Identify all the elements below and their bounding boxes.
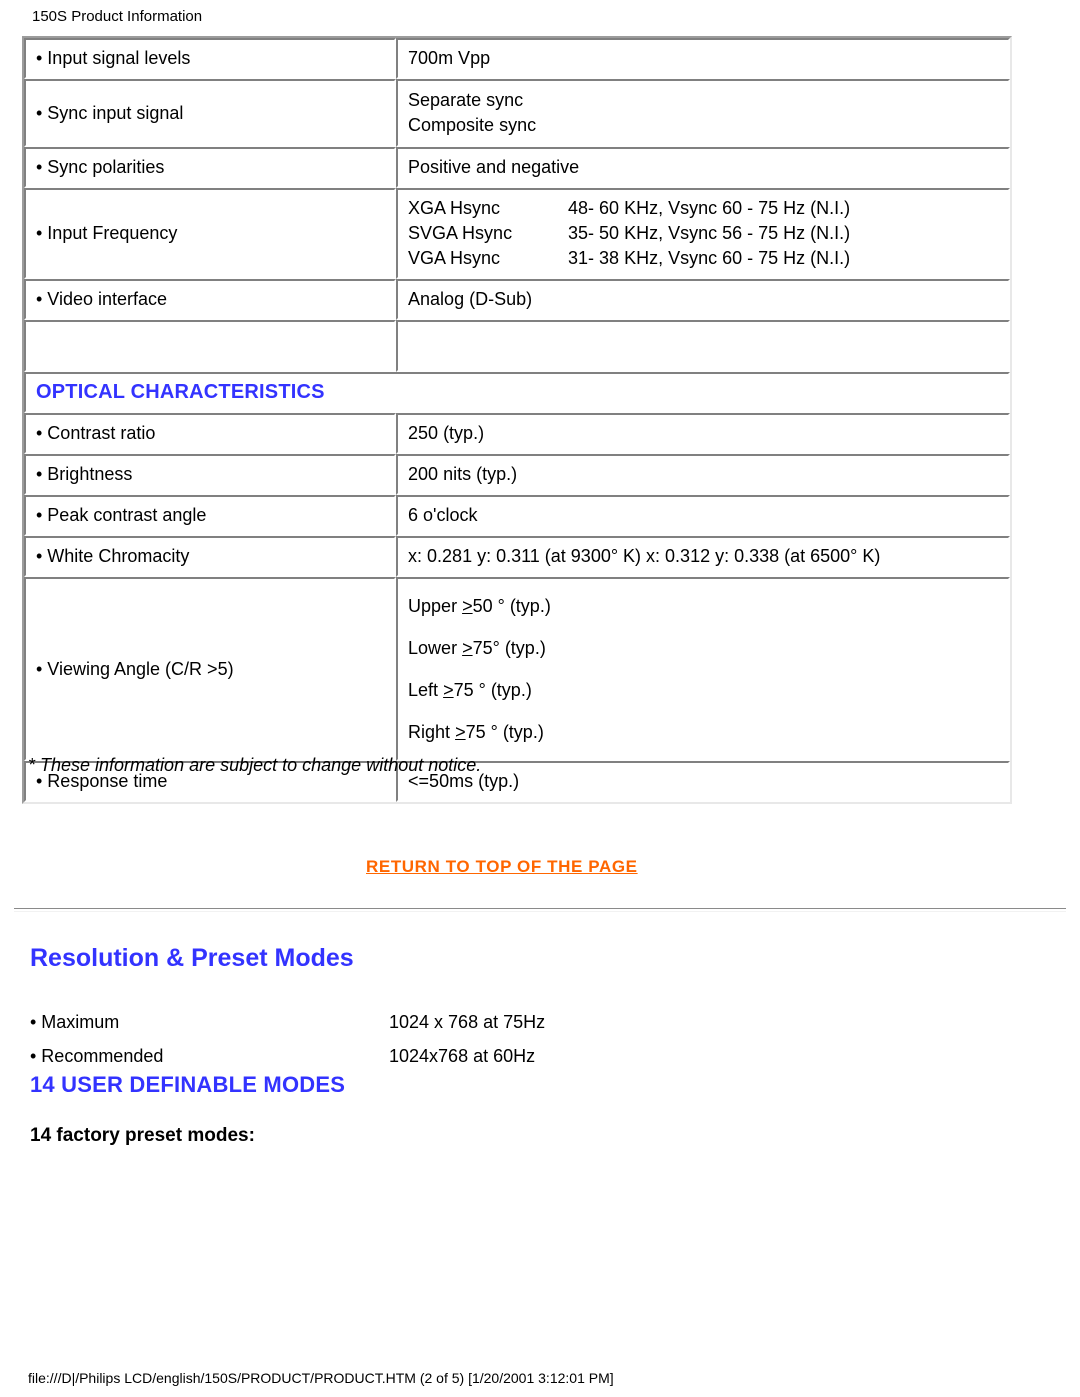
spec-label-cell: • Viewing Angle (C/R >5) xyxy=(24,577,397,761)
section-header-optical-characteristics: OPTICAL CHARACTERISTICS xyxy=(24,372,1010,413)
section-divider xyxy=(14,908,1066,912)
viewing-angle-value: 50 ° (typ.) xyxy=(472,596,551,616)
spec-value-cell: 200 nits (typ.) xyxy=(396,454,1010,495)
viewing-angle-direction: Right xyxy=(408,722,451,742)
frequency-mode-label: SVGA Hsync xyxy=(408,223,513,243)
list-item: • Maximum 1024 x 768 at 75Hz xyxy=(30,1005,730,1039)
table-spacer-row xyxy=(24,320,1010,372)
document-header-title: 150S Product Information xyxy=(32,8,203,25)
specifications-table: • Input signal levels 700m Vpp • Sync in… xyxy=(22,36,1012,804)
resolution-label: • Recommended xyxy=(30,1046,164,1066)
page-title-resolution-preset-modes: Resolution & Preset Modes xyxy=(30,944,354,972)
spec-label-cell: • Peak contrast angle xyxy=(24,495,397,536)
factory-preset-modes-heading: 14 factory preset modes: xyxy=(30,1125,255,1146)
table-row: • Peak contrast angle 6 o'clock xyxy=(24,495,1010,536)
frequency-line: VGA Hsync 31- 38 KHz, Vsync 60 - 75 Hz (N… xyxy=(408,246,1000,271)
viewing-angle-line: Upper >50 ° (typ.) xyxy=(408,585,1000,627)
frequency-mode-label: XGA Hsync xyxy=(408,198,501,218)
spec-label-cell: • Sync polarities xyxy=(24,147,397,188)
table-row: • Input Frequency XGA Hsync 48- 60 KHz, V… xyxy=(24,188,1010,279)
user-definable-modes-heading: 14 USER DEFINABLE MODES xyxy=(30,1072,346,1097)
spec-label-cell: • Input signal levels xyxy=(24,38,397,79)
viewing-angle-value: 75° (typ.) xyxy=(472,638,546,658)
document-footer-path: file:///D|/Philips LCD/english/150S/PROD… xyxy=(28,1370,614,1386)
specifications-table-body: • Input signal levels 700m Vpp • Sync in… xyxy=(24,38,1010,802)
frequency-line: XGA Hsync 48- 60 KHz, Vsync 60 - 75 Hz (N… xyxy=(408,196,1000,221)
table-row: • White Chromacity x: 0.281 y: 0.311 (at… xyxy=(24,536,1010,577)
viewing-angle-direction: Left xyxy=(408,680,439,700)
section-header-row: OPTICAL CHARACTERISTICS xyxy=(24,372,1010,413)
greater-equal-icon: > xyxy=(462,638,473,658)
list-item: • Recommended 1024x768 at 60Hz xyxy=(30,1039,730,1073)
frequency-line: SVGA Hsync 35- 50 KHz, Vsync 56 - 75 Hz (… xyxy=(408,221,1000,246)
return-to-top-link[interactable]: RETURN TO TOP OF THE PAGE xyxy=(366,857,638,877)
spec-value-cell: x: 0.281 y: 0.311 (at 9300° K) x: 0.312 … xyxy=(396,536,1010,577)
spec-label-cell: • Brightness xyxy=(24,454,397,495)
table-row: • Sync polarities Positive and negative xyxy=(24,147,1010,188)
resolution-label: • Maximum xyxy=(30,1012,120,1032)
spec-value-cell: Separate sync Composite sync xyxy=(396,79,1010,147)
spec-label-cell: • Video interface xyxy=(24,279,397,320)
table-row: • Input signal levels 700m Vpp xyxy=(24,38,1010,79)
spec-label-cell: • Input Frequency xyxy=(24,188,397,279)
frequency-range-value: 35- 50 KHz, Vsync 56 - 75 Hz (N.I.) xyxy=(568,223,851,243)
spec-value-cell: Positive and negative xyxy=(396,147,1010,188)
spec-label-cell: • Contrast ratio xyxy=(24,413,397,454)
spec-value-cell xyxy=(396,320,1010,372)
viewing-angle-value: 75 ° (typ.) xyxy=(453,680,532,700)
resolution-value: 1024x768 at 60Hz xyxy=(389,1046,536,1066)
viewing-angle-direction: Upper xyxy=(408,596,458,616)
sync-separate-line: Separate sync xyxy=(408,90,524,110)
spec-value-cell: 700m Vpp xyxy=(396,38,1010,79)
spec-label-cell xyxy=(24,320,397,372)
viewing-angle-value: 75 ° (typ.) xyxy=(465,722,544,742)
greater-equal-icon: > xyxy=(455,722,466,742)
viewing-angle-line: Right >75 ° (typ.) xyxy=(408,711,1000,753)
spec-value-cell: <=50ms (typ.) xyxy=(396,761,1010,802)
spec-label-cell: • White Chromacity xyxy=(24,536,397,577)
frequency-range-value: 48- 60 KHz, Vsync 60 - 75 Hz (N.I.) xyxy=(568,198,851,218)
greater-equal-icon: > xyxy=(462,596,473,616)
sync-composite-line: Composite sync xyxy=(408,115,537,135)
resolution-value: 1024 x 768 at 75Hz xyxy=(389,1012,546,1032)
frequency-range-value: 31- 38 KHz, Vsync 60 - 75 Hz (N.I.) xyxy=(568,248,851,268)
spec-value-cell: Analog (D-Sub) xyxy=(396,279,1010,320)
document-page: 150S Product Information • Input signal … xyxy=(0,0,1080,1397)
table-row: • Contrast ratio 250 (typ.) xyxy=(24,413,1010,454)
table-row: • Video interface Analog (D-Sub) xyxy=(24,279,1010,320)
spec-value-cell: 6 o'clock xyxy=(396,495,1010,536)
spec-value-cell: 250 (typ.) xyxy=(396,413,1010,454)
viewing-angle-direction: Lower xyxy=(408,638,458,658)
spec-value-cell: XGA Hsync 48- 60 KHz, Vsync 60 - 75 Hz (N… xyxy=(396,188,1010,279)
resolution-list: • Maximum 1024 x 768 at 75Hz • Recommend… xyxy=(30,1005,730,1073)
frequency-mode-label: VGA Hsync xyxy=(408,248,501,268)
table-row: • Sync input signal Separate sync Compos… xyxy=(24,79,1010,147)
table-row: • Brightness 200 nits (typ.) xyxy=(24,454,1010,495)
greater-equal-icon: > xyxy=(443,680,454,700)
table-row: • Viewing Angle (C/R >5) Upper >50 ° (ty… xyxy=(24,577,1010,761)
viewing-angle-line: Left >75 ° (typ.) xyxy=(408,669,1000,711)
spec-label-cell: • Sync input signal xyxy=(24,79,397,147)
viewing-angle-line: Lower >75° (typ.) xyxy=(408,627,1000,669)
spec-value-cell: Upper >50 ° (typ.) Lower >75° (typ.) Lef… xyxy=(396,577,1010,761)
change-notice-text: * These information are subject to chang… xyxy=(28,755,482,775)
